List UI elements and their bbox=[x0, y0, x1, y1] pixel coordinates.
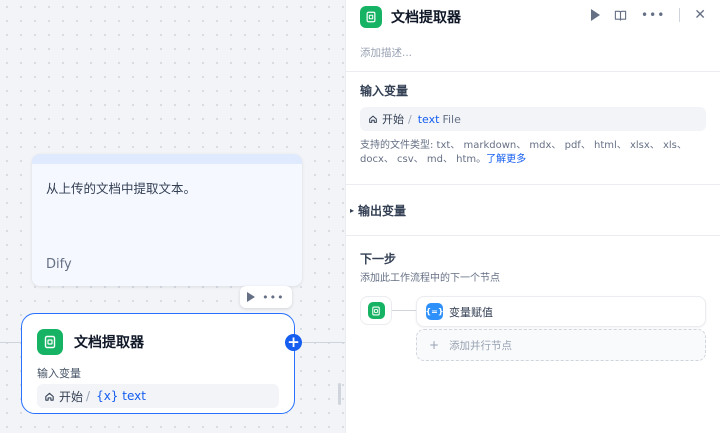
var-type: File bbox=[442, 112, 461, 126]
doc-extractor-icon bbox=[367, 302, 385, 319]
run-icon[interactable] bbox=[591, 9, 601, 21]
description-input[interactable]: 添加描述... bbox=[360, 45, 412, 60]
home-icon bbox=[369, 115, 377, 123]
divider bbox=[679, 8, 681, 22]
next-step-title: 下一步 bbox=[360, 252, 397, 266]
var-name: {x} text bbox=[96, 389, 146, 403]
output-vars-toggle[interactable]: ▸ 输出变量 bbox=[350, 202, 406, 219]
home-icon bbox=[45, 392, 54, 401]
divider bbox=[346, 71, 720, 72]
node-header: 文档提取器 bbox=[37, 329, 144, 355]
doc-extractor-icon bbox=[360, 6, 382, 28]
panel-title[interactable]: 文档提取器 bbox=[391, 7, 461, 27]
more-icon[interactable]: ••• bbox=[262, 292, 284, 303]
var-name: text bbox=[417, 112, 440, 126]
variable-assigner-icon: {=} bbox=[425, 303, 444, 320]
edge-out bbox=[301, 342, 345, 343]
add-node-button[interactable]: + bbox=[285, 334, 302, 351]
divider bbox=[346, 184, 720, 185]
input-vars-title: 输入变量 bbox=[360, 84, 409, 98]
close-icon[interactable]: ✕ bbox=[694, 7, 706, 23]
run-node-icon[interactable] bbox=[247, 292, 256, 302]
node-variable-pill: 开始 / {x} text bbox=[37, 384, 279, 408]
more-icon[interactable]: ••• bbox=[641, 8, 665, 22]
input-var-selector[interactable]: 开始 / text File bbox=[360, 107, 706, 131]
divider bbox=[346, 235, 720, 236]
chevron-right-icon: ▸ bbox=[350, 206, 355, 215]
current-node-block bbox=[360, 296, 392, 325]
workflow-canvas[interactable]: 从上传的文档中提取文本。 Dify ••• 文档提取器 输入变量 开始 / {x… bbox=[0, 0, 345, 433]
node-title: 文档提取器 bbox=[74, 335, 144, 351]
note-text: 从上传的文档中提取文本。 bbox=[46, 181, 197, 196]
var-source: 开始 bbox=[382, 113, 404, 126]
note-author: Dify bbox=[46, 257, 72, 272]
note-card[interactable]: 从上传的文档中提取文本。 Dify bbox=[32, 154, 302, 286]
next-step-description: 添加此工作流程中的下一个节点 bbox=[360, 273, 500, 284]
var-source: 开始 bbox=[59, 389, 84, 404]
panel-header: 文档提取器 ••• ✕ bbox=[360, 5, 720, 29]
var-separator: / bbox=[408, 112, 412, 126]
next-node-label: 变量赋值 bbox=[449, 305, 493, 319]
panel-actions: ••• ✕ bbox=[591, 7, 706, 23]
edge-in bbox=[0, 342, 22, 343]
doc-extractor-node[interactable]: 文档提取器 输入变量 开始 / {x} text bbox=[21, 313, 295, 414]
canvas-scrollbar[interactable] bbox=[338, 383, 341, 405]
output-vars-title: 输出变量 bbox=[358, 204, 407, 218]
supported-file-types: 支持的文件类型: txt、 markdown、 mdx、 pdf、 html、 … bbox=[360, 139, 710, 167]
add-parallel-node-button[interactable]: + 添加并行节点 bbox=[416, 329, 706, 361]
book-icon[interactable] bbox=[614, 9, 627, 22]
learn-more-link[interactable]: 了解更多 bbox=[486, 154, 526, 165]
next-node-variable-assigner[interactable]: {=} 变量赋值 bbox=[416, 296, 706, 327]
node-input-label: 输入变量 bbox=[37, 367, 81, 380]
next-connector bbox=[392, 310, 416, 311]
node-config-panel: 文档提取器 ••• ✕ 添加描述... 输入变量 开始 / text File … bbox=[345, 0, 720, 433]
var-separator: / bbox=[86, 389, 91, 403]
add-parallel-label: 添加并行节点 bbox=[449, 339, 513, 352]
doc-extractor-icon bbox=[37, 329, 63, 355]
plus-icon: + bbox=[429, 338, 440, 352]
node-toolbar: ••• bbox=[240, 286, 292, 308]
